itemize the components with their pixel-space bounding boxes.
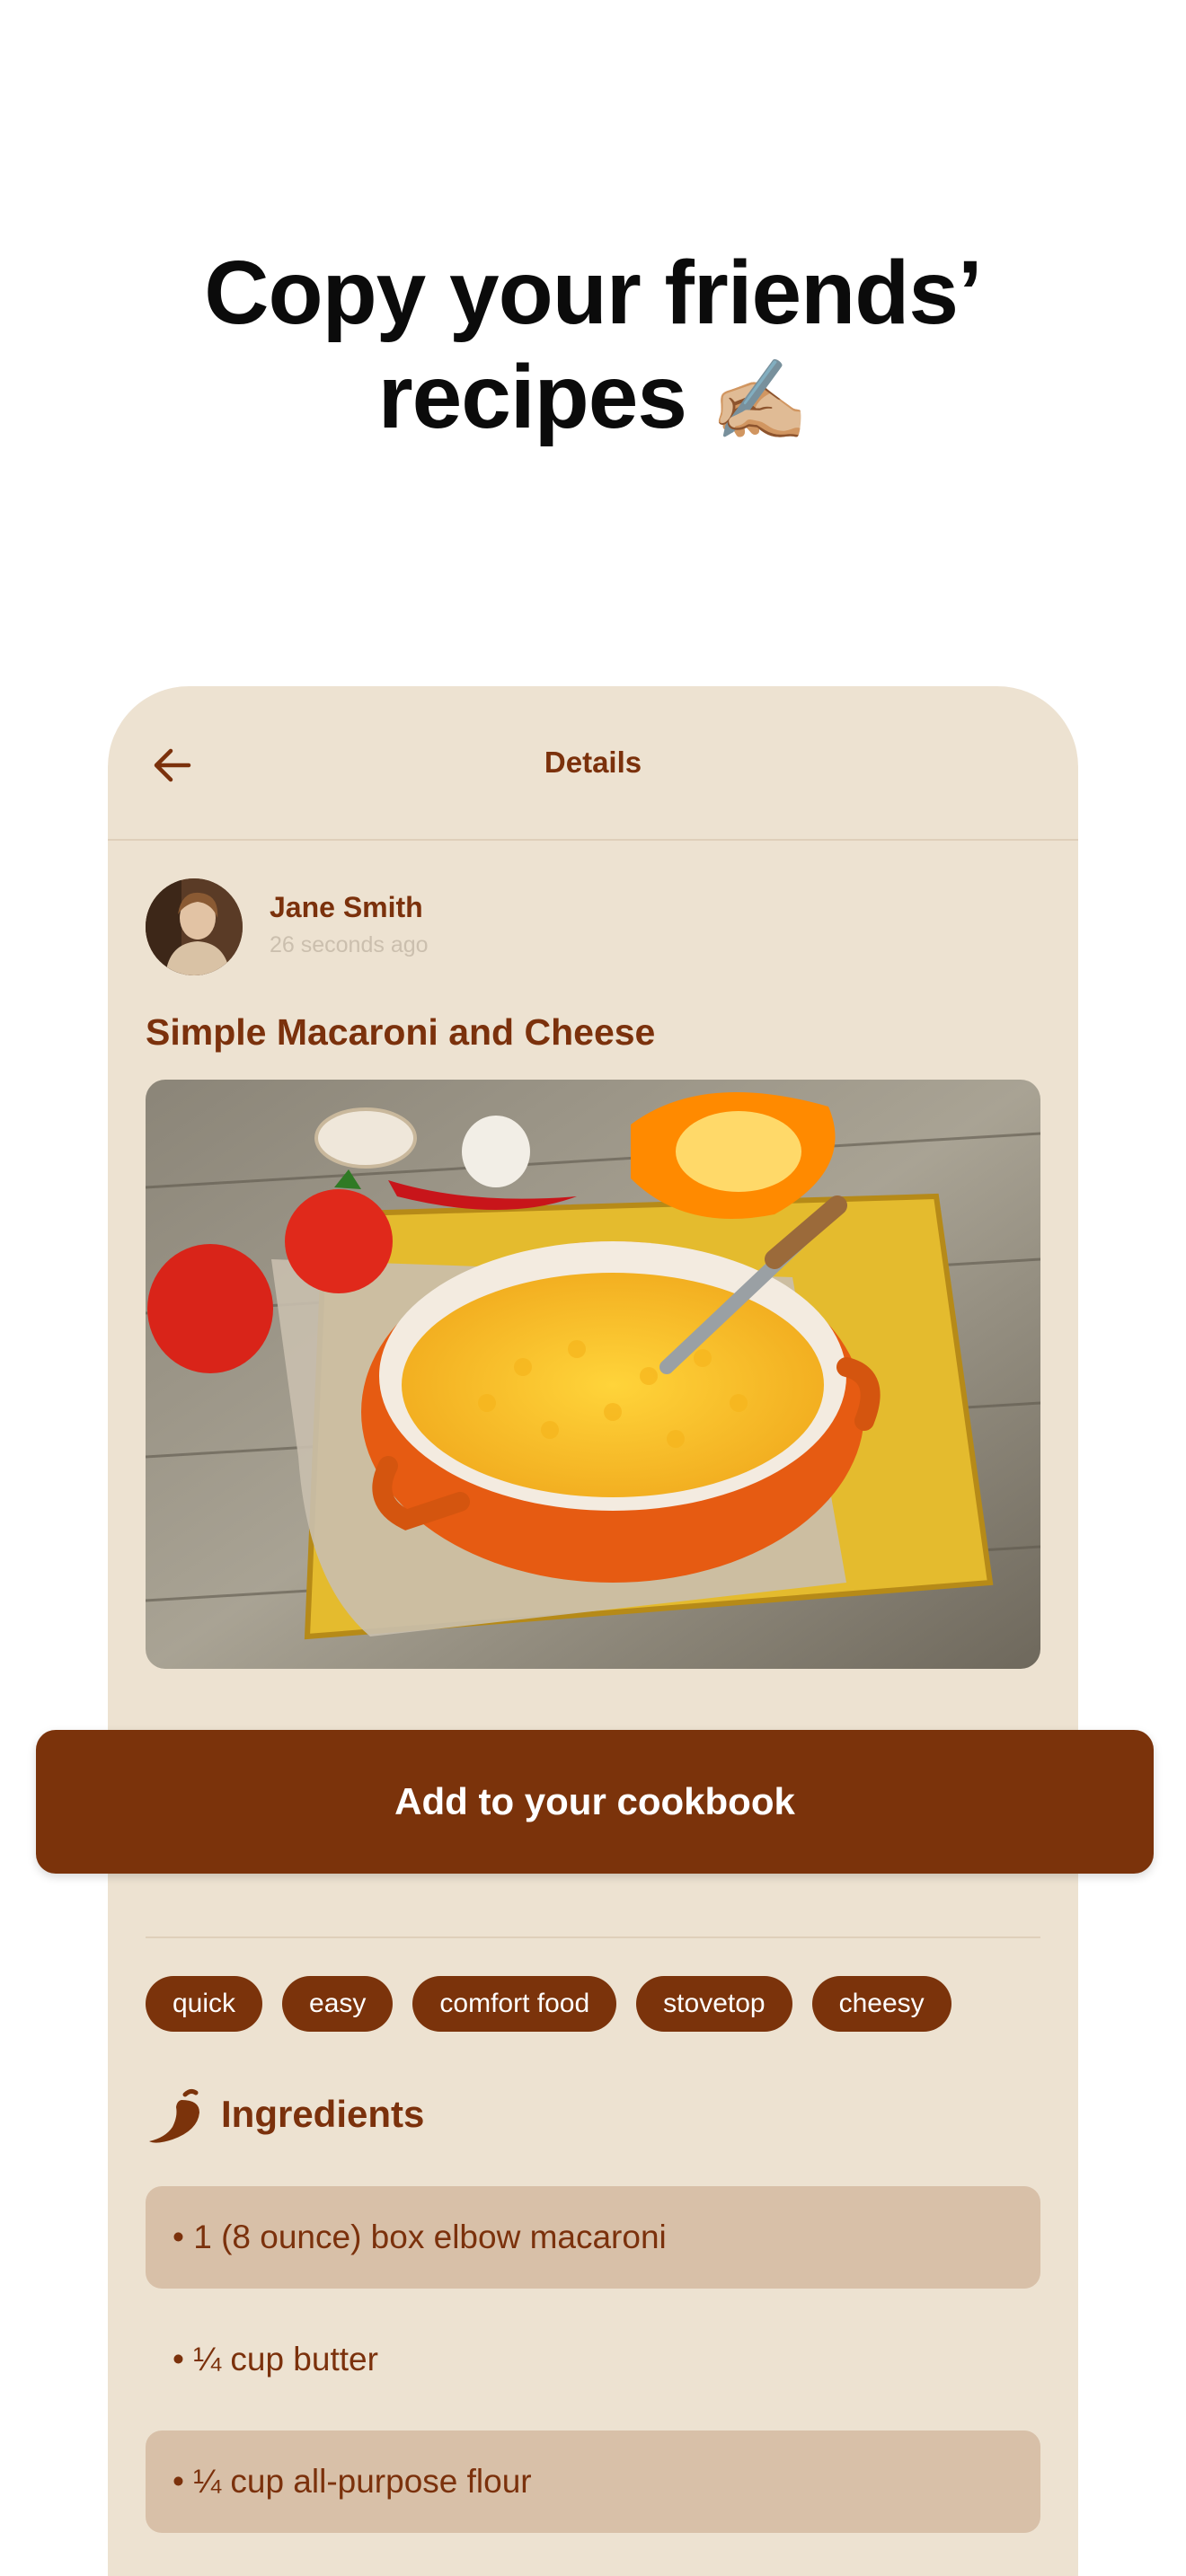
avatar-illustration: [146, 878, 243, 975]
writing-hand-icon: ✍🏼: [710, 354, 810, 446]
tag-easy[interactable]: easy: [282, 1976, 394, 2032]
chili-pepper-icon: [149, 2088, 199, 2143]
tag-stovetop[interactable]: stovetop: [636, 1976, 792, 2032]
recipe-photo: [146, 1080, 1040, 1669]
phone-frame: Details Jane Smith 26 seconds ago Simple…: [108, 686, 1078, 2576]
arrow-left-icon[interactable]: [147, 740, 198, 790]
author-name[interactable]: Jane Smith: [270, 891, 423, 924]
add-to-cookbook-button[interactable]: Add to your cookbook: [36, 1730, 1154, 1874]
headline-line-2-text: recipes: [377, 347, 687, 447]
top-nav-bar: Details: [108, 686, 1078, 841]
avatar[interactable]: [146, 878, 243, 975]
ingredients-list: • 1 (8 ounce) box elbow macaroni • ¼ cup…: [146, 2186, 1040, 2553]
headline-line-1: Copy your friends’: [204, 243, 982, 343]
headline-line-2: recipes ✍🏼: [0, 345, 1186, 453]
ingredient-item: • 1 (8 ounce) box elbow macaroni: [146, 2186, 1040, 2289]
ingredient-item: • ¼ cup butter: [173, 2341, 378, 2378]
tag-cheesy[interactable]: cheesy: [811, 1976, 951, 2032]
tag-quick[interactable]: quick: [146, 1976, 263, 2032]
ingredients-title: Ingredients: [221, 2093, 425, 2135]
recipe-photo-illustration: [146, 1080, 1040, 1669]
nav-title: Details: [544, 745, 642, 779]
recipe-title: Simple Macaroni and Cheese: [146, 1011, 656, 1053]
section-divider: [146, 1936, 1040, 1938]
post-timestamp: 26 seconds ago: [270, 932, 429, 957]
headline: Copy your friends’ recipes ✍🏼: [0, 241, 1186, 453]
tag-comfort-food[interactable]: comfort food: [412, 1976, 617, 2032]
tag-list: quick easy comfort food stovetop cheesy: [146, 1976, 951, 2033]
ingredient-item: • ¼ cup all-purpose flour: [146, 2430, 1040, 2533]
